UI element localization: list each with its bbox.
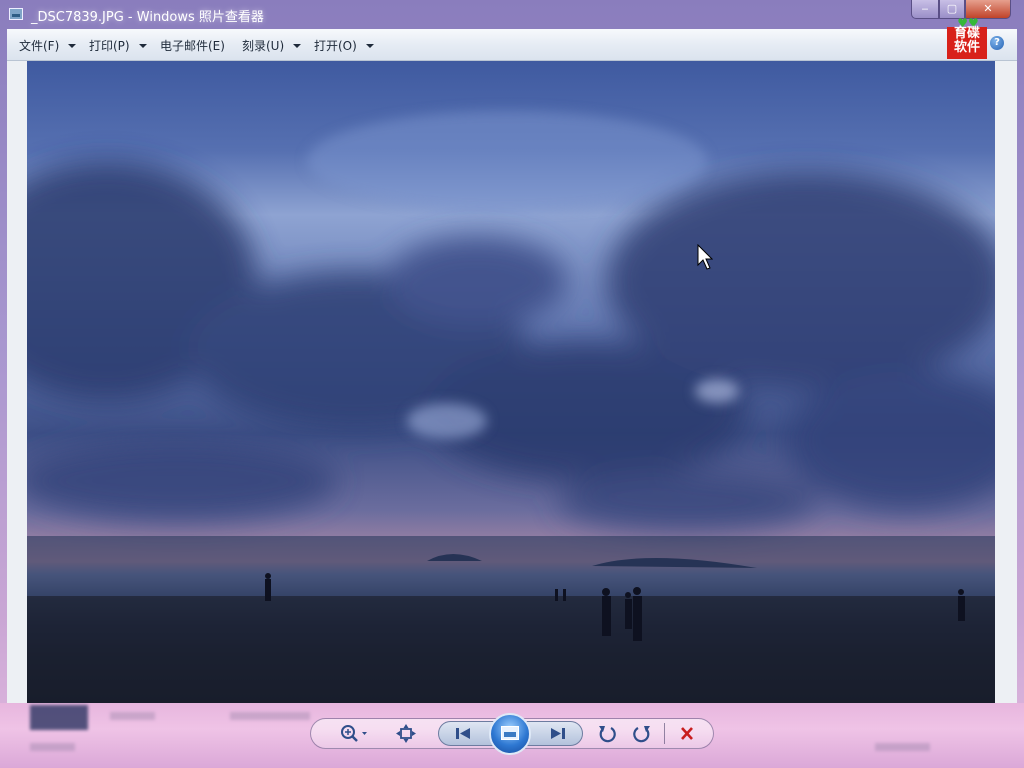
- title-bar[interactable]: _DSC7839.JPG - Windows 照片查看器 ‒ ▢ ✕: [0, 0, 1024, 28]
- fit-window-icon: [396, 724, 416, 743]
- next-icon: [551, 728, 565, 739]
- magnifier-icon: [341, 725, 367, 742]
- next-button[interactable]: [545, 721, 571, 746]
- zoom-button[interactable]: [336, 721, 370, 746]
- slideshow-button[interactable]: [489, 713, 531, 755]
- toolbar-separator: [664, 723, 665, 744]
- clouds: [27, 161, 995, 531]
- menu-burn[interactable]: 刻录(U): [242, 37, 302, 54]
- delete-icon: [681, 727, 693, 740]
- displayed-photo[interactable]: [27, 61, 995, 703]
- logo-line-2: 软件: [953, 40, 980, 55]
- beach: [27, 596, 995, 703]
- rotate-clockwise-button[interactable]: [630, 721, 654, 746]
- blurred-text: [30, 743, 75, 751]
- menu-print-label: 打印(P): [89, 39, 130, 53]
- command-bar: 文件(F) 打印(P) 电子邮件(E) 刻录(U) 打开(O): [7, 29, 1017, 61]
- menu-file-label: 文件(F): [19, 39, 60, 53]
- menu-email[interactable]: 电子邮件(E): [160, 37, 225, 54]
- blurred-thumbnail: [30, 705, 88, 730]
- blurred-text: [110, 712, 155, 720]
- minimize-button[interactable]: ‒: [911, 0, 939, 19]
- rotate-counterclockwise-icon: [599, 726, 616, 743]
- photo-scene: [27, 111, 995, 703]
- menu-burn-label: 刻录(U): [242, 39, 285, 53]
- watermark-logo: 育碟 软件: [947, 27, 987, 59]
- chevron-down-icon: [293, 44, 302, 48]
- slideshow-icon: [501, 726, 519, 740]
- blurred-text: [230, 712, 310, 720]
- window-title: _DSC7839.JPG - Windows 照片查看器: [31, 10, 264, 25]
- chevron-down-icon: [365, 44, 374, 48]
- menu-print[interactable]: 打印(P): [89, 37, 147, 54]
- chevron-down-icon: [68, 44, 77, 48]
- blurred-text: [875, 743, 930, 751]
- sea: [27, 536, 995, 596]
- actual-size-button[interactable]: [394, 721, 418, 746]
- rotate-counterclockwise-button[interactable]: [595, 721, 619, 746]
- photo-viewer-window: _DSC7839.JPG - Windows 照片查看器 ‒ ▢ ✕ 文件(F)…: [0, 0, 1024, 768]
- previous-icon: [456, 728, 470, 739]
- chevron-down-icon: [138, 44, 147, 48]
- mouse-cursor-icon: [697, 244, 713, 270]
- menu-email-label: 电子邮件(E): [160, 39, 225, 53]
- previous-button[interactable]: [450, 721, 476, 746]
- photo-viewer-app-icon: [9, 8, 23, 20]
- rotate-clockwise-icon: [633, 726, 650, 743]
- help-icon[interactable]: ?: [990, 36, 1004, 50]
- menu-open[interactable]: 打开(O): [314, 37, 374, 54]
- menu-file[interactable]: 文件(F): [19, 37, 77, 54]
- menu-open-label: 打开(O): [314, 39, 357, 53]
- logo-line-1: 育碟: [953, 26, 980, 41]
- delete-button[interactable]: [675, 721, 699, 746]
